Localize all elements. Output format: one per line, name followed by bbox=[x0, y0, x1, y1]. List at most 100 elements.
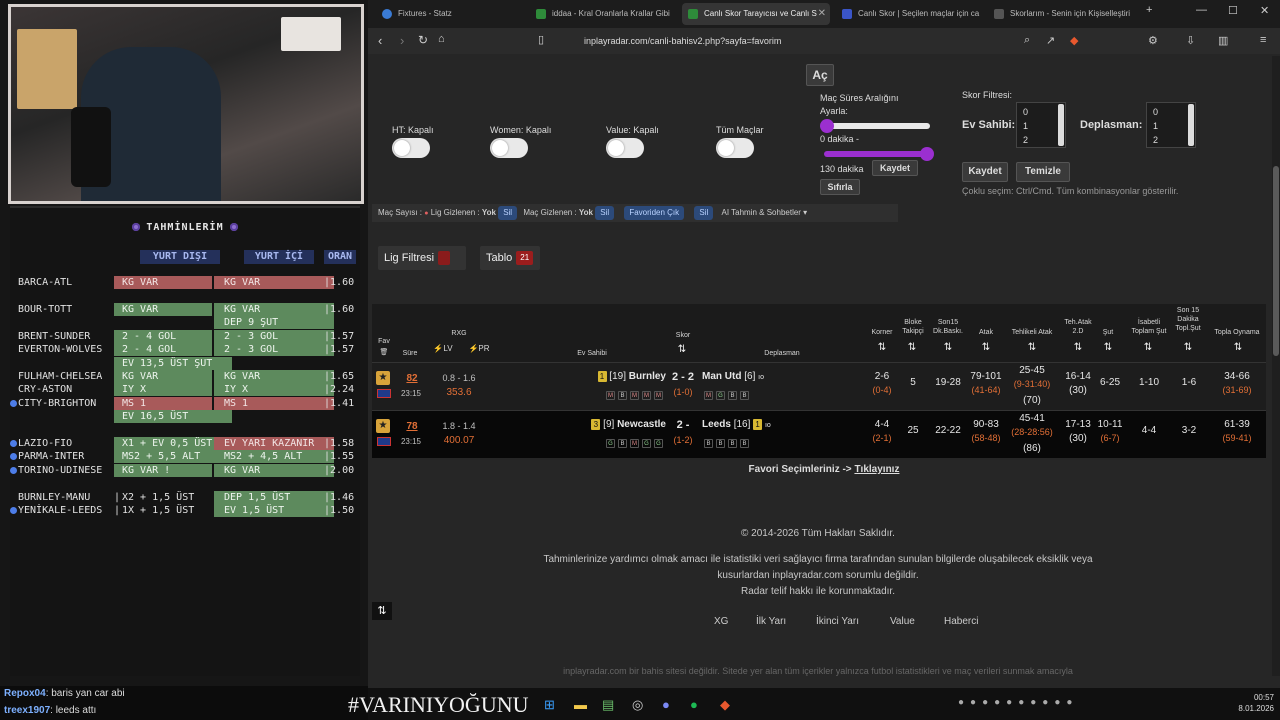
close-tab-icon[interactable]: ✕ bbox=[818, 3, 826, 25]
back-icon[interactable]: ‹ bbox=[378, 33, 382, 48]
prediction-odds: |1.41 bbox=[324, 398, 355, 409]
match-row[interactable]: ★ 82 23:15 0.8 - 1.6 353.6 1 [19] Burnley M B M M… bbox=[372, 362, 1266, 410]
address-bar[interactable]: inplayradar.com/canli-bahisv2.php?sayfa=… bbox=[552, 32, 1076, 50]
slider-knob[interactable] bbox=[920, 147, 934, 161]
save-duration-button[interactable]: Kaydet bbox=[872, 160, 918, 176]
download-icon[interactable]: ⇩ bbox=[1186, 34, 1195, 47]
sort-sut-icon[interactable]: ⇅ bbox=[1100, 342, 1116, 353]
isabetli-value: 4-4 bbox=[1141, 425, 1157, 436]
sort-topla-icon[interactable]: ⇅ bbox=[1230, 342, 1246, 353]
clear-score-button[interactable]: Temizle bbox=[1016, 162, 1070, 182]
maximize-icon[interactable]: ☐ bbox=[1228, 4, 1238, 17]
sort-atak-icon[interactable]: ⇅ bbox=[978, 342, 994, 353]
sort-son15sut-icon[interactable]: ⇅ bbox=[1180, 342, 1196, 353]
min-duration-slider[interactable] bbox=[820, 119, 930, 133]
sort-tehlikeli-icon[interactable]: ⇅ bbox=[1024, 342, 1040, 353]
home-score-listbox[interactable]: 012 bbox=[1016, 102, 1066, 148]
isabetli-value: 1-10 bbox=[1138, 377, 1159, 388]
korner-ht: (2-1) bbox=[872, 433, 892, 443]
toggle-all-matches[interactable] bbox=[716, 138, 754, 158]
pr-sort[interactable]: ⚡PR bbox=[464, 344, 494, 353]
bookmark-icon[interactable]: ▯ bbox=[538, 33, 544, 46]
tab-canli-skor-active[interactable]: Canlı Skor Tarayıcısı ve Canlı S ✕ bbox=[682, 3, 830, 25]
zoom-icon[interactable]: ⌕ bbox=[1024, 34, 1030, 47]
bullet-icon bbox=[10, 400, 17, 407]
footer-link-xg[interactable]: XG bbox=[714, 616, 728, 627]
new-tab-icon[interactable]: + bbox=[1146, 4, 1152, 16]
favorite-star-icon[interactable]: ★ bbox=[376, 419, 390, 433]
windows-start-icon[interactable]: ⊞ bbox=[544, 697, 555, 713]
league-filter-button[interactable]: Lig Filtresi bbox=[378, 246, 466, 270]
clock[interactable]: 00:57 8.01.2026 bbox=[1230, 692, 1274, 714]
match-row[interactable]: ★ 78 23:15 1.8 - 1.4 400.07 3 [9] Newcastle G B… bbox=[372, 410, 1266, 458]
tray-icons[interactable]: ●●●●●●●●●● bbox=[958, 697, 1078, 708]
prediction-away-pick: KG VAR ! bbox=[114, 464, 212, 477]
sidebar-icon[interactable]: ▥ bbox=[1218, 34, 1228, 47]
prediction-odds: |2.24 bbox=[324, 384, 355, 395]
home-icon[interactable]: ⌂ bbox=[438, 33, 445, 45]
home-team[interactable]: 1 [19] Burnley bbox=[562, 371, 666, 382]
clear-hidden-leagues-button[interactable]: Sil bbox=[498, 206, 518, 220]
io-icon: ıo bbox=[758, 374, 764, 381]
home-form: GBMGG bbox=[592, 437, 666, 448]
away-team[interactable]: Man Utd [6] ıo bbox=[702, 371, 822, 382]
ac-button[interactable]: Aç bbox=[806, 64, 834, 86]
spotify-icon[interactable]: ● bbox=[690, 697, 698, 712]
match-minute[interactable]: 82 bbox=[400, 373, 424, 384]
clear-hidden-matches-button[interactable]: Sil bbox=[595, 206, 615, 220]
extension-icon[interactable]: ⚙ bbox=[1148, 34, 1158, 47]
slider-knob[interactable] bbox=[820, 119, 834, 133]
toggle-women[interactable] bbox=[490, 138, 528, 158]
table-button[interactable]: Tablo 21 bbox=[480, 246, 540, 270]
footer-link-ikinci-yari[interactable]: İkinci Yarı bbox=[816, 616, 859, 627]
son15sut-value: 3-2 bbox=[1181, 425, 1197, 436]
prediction-away-pick: IY X bbox=[114, 383, 212, 396]
sort-isabetli-icon[interactable]: ⇅ bbox=[1140, 342, 1156, 353]
page-scrollbar[interactable] bbox=[1272, 56, 1280, 676]
reset-duration-button[interactable]: Sıfırla bbox=[820, 179, 860, 195]
scroll-top-button[interactable]: ⇅ bbox=[372, 602, 392, 620]
app-icon[interactable]: ◎ bbox=[632, 697, 643, 713]
lv-sort[interactable]: ⚡LV bbox=[428, 344, 458, 353]
tab-fixtures[interactable]: Fixtures - Statz bbox=[376, 3, 526, 25]
clear-favorites-button[interactable]: Sil bbox=[694, 206, 714, 220]
sort-korner-icon[interactable]: ⇅ bbox=[874, 342, 890, 353]
reload-icon[interactable]: ↻ bbox=[418, 33, 428, 47]
notepad-icon[interactable]: ▤ bbox=[602, 697, 614, 713]
minimize-icon[interactable]: — bbox=[1196, 4, 1207, 16]
ai-chat-dropdown[interactable]: AI Tahmin & Sohbetler ▾ bbox=[722, 208, 808, 217]
footer-link-ilk-yari[interactable]: İlk Yarı bbox=[756, 616, 786, 627]
discord-icon[interactable]: ● bbox=[662, 697, 670, 712]
trash-icon[interactable]: 🗑 bbox=[374, 348, 394, 357]
close-window-icon[interactable]: ✕ bbox=[1260, 4, 1269, 17]
away-team[interactable]: Leeds [16] 1 ıo bbox=[702, 419, 822, 430]
away-score-listbox[interactable]: 012 bbox=[1146, 102, 1196, 148]
home-team[interactable]: 3 [9] Newcastle bbox=[562, 419, 666, 430]
file-explorer-icon[interactable]: ▬ bbox=[574, 697, 587, 712]
footer-link-value[interactable]: Value bbox=[890, 616, 915, 627]
prediction-row: TORINO-UDINESE|KG VAR !|KG VAR|2.00 bbox=[10, 464, 358, 477]
prediction-row: EV 13,5 ÜST ŞUT bbox=[18, 357, 358, 370]
shield-icon[interactable]: ◆ bbox=[1070, 34, 1078, 47]
tab-skorlarim[interactable]: Skorlarım - Senin için Kişiselleştiri bbox=[988, 3, 1138, 25]
sort-bloke-icon[interactable]: ⇅ bbox=[904, 342, 920, 353]
form-result: G bbox=[716, 391, 725, 400]
max-duration-slider[interactable] bbox=[824, 147, 934, 161]
remove-favorites-button[interactable]: Favoriden Çık bbox=[624, 206, 685, 220]
sort-son15-icon[interactable]: ⇅ bbox=[940, 342, 956, 353]
share-icon[interactable]: ↗ bbox=[1046, 34, 1055, 47]
sort-teh2d-icon[interactable]: ⇅ bbox=[1070, 342, 1086, 353]
match-minute[interactable]: 78 bbox=[400, 421, 424, 432]
tab-iddaa[interactable]: iddaa - Kral Oranlarla Krallar Gibi bbox=[530, 3, 680, 25]
favorite-star-icon[interactable]: ★ bbox=[376, 371, 390, 385]
click-here-link[interactable]: Tıklayınız bbox=[854, 464, 899, 475]
save-score-button[interactable]: Kaydet bbox=[962, 162, 1008, 182]
tab-canli-skor-secilen[interactable]: Canlı Skor | Seçilen maçlar için ca bbox=[836, 3, 986, 25]
forward-icon[interactable]: › bbox=[400, 33, 404, 48]
footer-link-haberci[interactable]: Haberci bbox=[944, 616, 978, 627]
toggle-ht[interactable] bbox=[392, 138, 430, 158]
menu-icon[interactable]: ≡ bbox=[1260, 34, 1266, 46]
toggle-value[interactable] bbox=[606, 138, 644, 158]
brave-icon[interactable]: ◆ bbox=[720, 697, 730, 713]
sort-score-icon[interactable]: ⇅ bbox=[672, 344, 692, 355]
